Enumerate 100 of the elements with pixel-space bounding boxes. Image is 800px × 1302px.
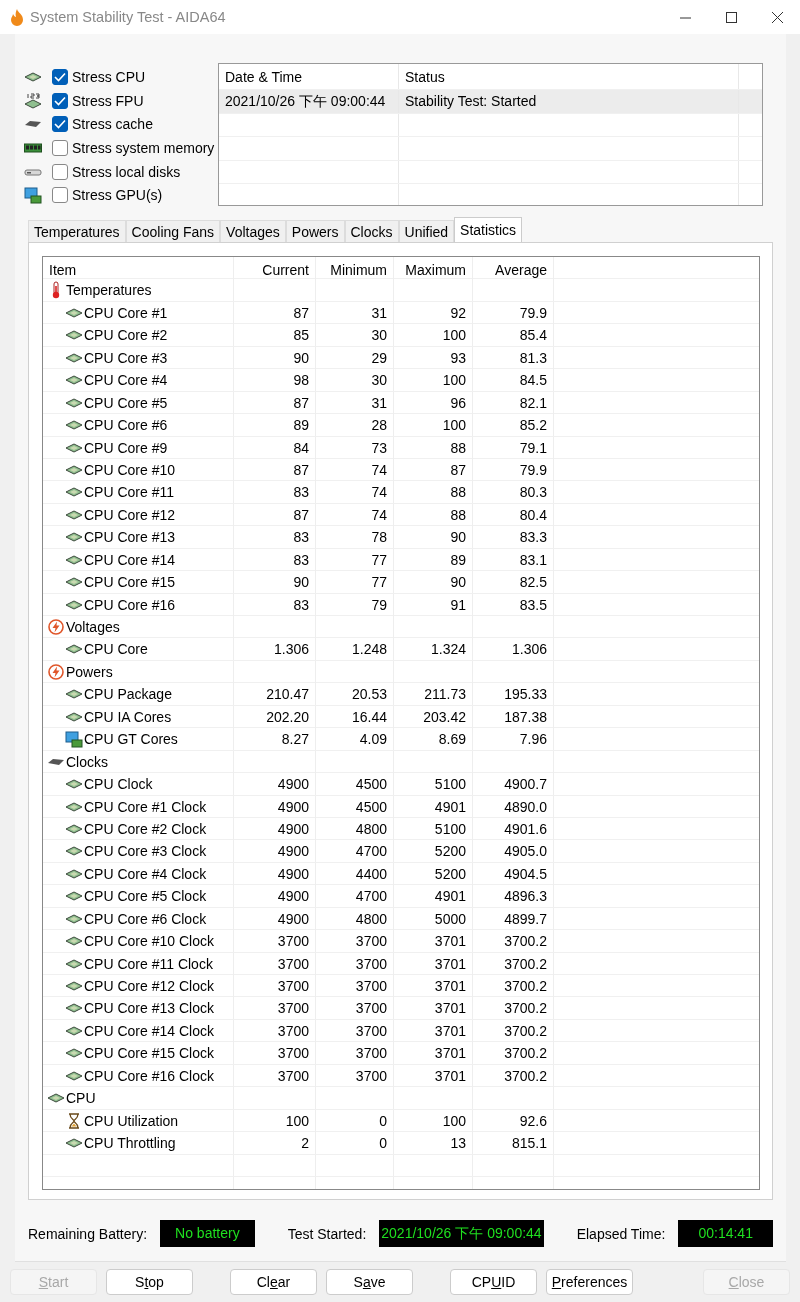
table-cell: 4900 (234, 817, 316, 840)
table-cell: 16.44 (316, 705, 394, 728)
table-cell: 4900.7 (473, 773, 554, 796)
chip-icon (65, 823, 83, 834)
sensor-label: CPU Core #15 (84, 573, 176, 593)
table-cell: 88 (394, 481, 473, 504)
status-label: Test Started: (287, 1225, 367, 1242)
chip-icon (65, 936, 83, 947)
group-label: CPU (66, 1089, 96, 1109)
table-cell: 3700 (316, 997, 394, 1020)
table-cell: 82.1 (473, 391, 554, 414)
checkbox[interactable] (52, 187, 68, 204)
sensor-label: CPU Core #2 (84, 326, 168, 346)
table-cell: 3700.2 (473, 930, 554, 953)
table-cell: 3701 (394, 1064, 473, 1087)
table-cell: 78 (316, 526, 394, 549)
chip-icon (65, 577, 83, 588)
table-cell: 3700 (316, 1064, 394, 1087)
table-cell: 84 (234, 436, 316, 459)
table-cell: 4.09 (316, 728, 394, 751)
table-cell: 3700 (234, 930, 316, 953)
table-cell: 4800 (316, 907, 394, 930)
table-cell: 7.96 (473, 728, 554, 751)
chip-icon (65, 554, 83, 565)
action-button[interactable]: Preferences (546, 1269, 633, 1295)
tab[interactable]: Cooling Fans (125, 220, 221, 242)
table-cell: 4900 (234, 907, 316, 930)
table-cell: 89 (394, 548, 473, 571)
table-cell: 3700 (234, 1042, 316, 1065)
table-cell: 1.306 (234, 638, 316, 661)
column-header[interactable]: Status (399, 64, 739, 89)
status-value: No battery (160, 1220, 255, 1247)
sensor-label: CPU Utilization (84, 1111, 179, 1131)
tab[interactable]: Clocks (344, 220, 399, 242)
column-header[interactable]: Minimum (316, 257, 394, 283)
sensor-label: CPU Core #14 Clock (84, 1021, 214, 1041)
chip-icon (65, 599, 83, 610)
chip-icon (65, 509, 83, 520)
group-label: Powers (66, 662, 113, 682)
table-cell: 74 (316, 458, 394, 481)
sensor-label: CPU Core #10 Clock (84, 932, 214, 952)
table-cell: Stability Test: Started (399, 90, 739, 113)
chip-icon (65, 352, 83, 363)
table-cell: 90 (394, 571, 473, 594)
tab[interactable]: Temperatures (28, 220, 126, 242)
table-cell: 89 (234, 414, 316, 437)
chip-icon (65, 1003, 83, 1014)
chip-icon (65, 1048, 83, 1059)
table-cell: 100 (394, 369, 473, 392)
tab[interactable]: Unified (398, 220, 455, 242)
table-cell: 28 (316, 414, 394, 437)
chip-icon (65, 801, 83, 812)
table-cell: 202.20 (234, 705, 316, 728)
chip-icon (65, 532, 83, 543)
chip-icon (65, 644, 83, 655)
action-button[interactable]: Clear (230, 1269, 317, 1295)
checkbox[interactable] (52, 163, 68, 180)
chip-icon (65, 442, 83, 453)
table-cell: 93 (394, 346, 473, 369)
close-icon[interactable] (771, 11, 783, 23)
monitor-card-icon (65, 730, 83, 748)
column-header[interactable]: Date & Time (219, 64, 399, 89)
sensor-label: CPU Core #10 (84, 460, 176, 480)
window-title: System Stability Test - AIDA64 (30, 9, 226, 25)
table-cell: 79.9 (473, 301, 554, 324)
tab[interactable]: Statistics (454, 217, 523, 242)
action-button[interactable]: Save (326, 1269, 413, 1295)
chip-icon (65, 779, 83, 790)
column-header[interactable]: Maximum (394, 257, 473, 283)
table-cell: 87 (234, 301, 316, 324)
table-cell: 83 (234, 593, 316, 616)
checkbox[interactable] (52, 92, 68, 109)
column-header[interactable]: Average (473, 257, 554, 283)
tab[interactable]: Powers (285, 220, 345, 242)
checkbox[interactable] (52, 68, 68, 85)
table-cell: 4500 (316, 795, 394, 818)
chip-icon (24, 71, 42, 82)
table-cell: 4900 (234, 795, 316, 818)
chip-icon (65, 868, 83, 879)
log-row[interactable]: 2021/10/26 下午 09:00:44 Stability Test: Started (219, 90, 762, 114)
column-header[interactable]: Current (234, 257, 316, 283)
table-cell: 96 (394, 391, 473, 414)
maximize-icon[interactable] (725, 11, 737, 23)
table-cell: 83.5 (473, 593, 554, 616)
table-cell: 82.5 (473, 571, 554, 594)
tab[interactable]: Voltages (220, 220, 286, 242)
checkbox[interactable] (52, 116, 68, 133)
checkbox[interactable] (52, 139, 68, 156)
sensor-label: CPU Core #15 Clock (84, 1044, 214, 1064)
action-button[interactable]: CPUID (450, 1269, 537, 1295)
table-cell: 100 (394, 1109, 473, 1132)
action-button[interactable]: Stop (106, 1269, 193, 1295)
table-cell: 87 (234, 458, 316, 481)
chip-icon (65, 330, 83, 341)
status-label: Remaining Battery: (28, 1225, 148, 1242)
sensor-label: CPU Core #14 (84, 550, 176, 570)
table-cell: 4904.5 (473, 862, 554, 885)
table-cell: 3700 (234, 1064, 316, 1087)
sensor-label: CPU Core #2 Clock (84, 819, 207, 839)
table-cell: 20.53 (316, 683, 394, 706)
